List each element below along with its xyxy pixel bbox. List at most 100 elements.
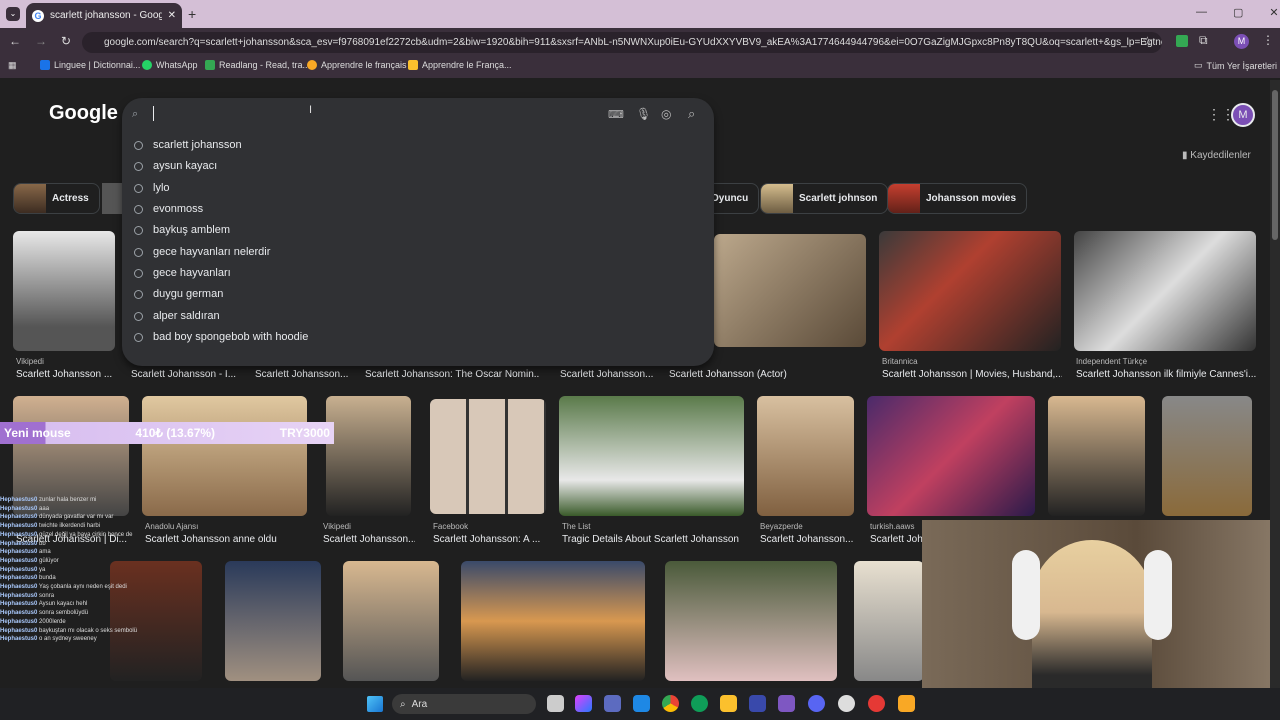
chip-scarlett-johnson[interactable]: Scarlett johnson	[760, 183, 889, 214]
bookmark-readlang[interactable]: Readlang - Read, tra...	[205, 60, 310, 70]
app-icon[interactable]	[778, 695, 795, 712]
image-caption[interactable]: Scarlett Joha...	[870, 534, 922, 545]
search-input[interactable]	[153, 106, 154, 121]
image-result[interactable]	[461, 561, 645, 681]
image-caption[interactable]: Scarlett Johansson - I...	[131, 369, 241, 380]
lens-camera-icon[interactable]: ◎	[661, 107, 671, 121]
suggestion-item[interactable]: lylo	[134, 182, 170, 194]
image-caption[interactable]: Scarlett Johansson (Actor)	[669, 369, 859, 380]
bookmark-star-icon[interactable]: ☆	[1142, 34, 1153, 48]
image-caption[interactable]: Scarlett Johansson: The Oscar Nomin...	[365, 369, 540, 380]
reload-icon[interactable]: ↻	[61, 34, 71, 48]
apps-icon[interactable]: ▦	[8, 60, 17, 71]
discord-icon[interactable]	[808, 695, 825, 712]
google-logo[interactable]: Google	[49, 102, 118, 125]
restore-button[interactable]: ▢	[1233, 6, 1243, 19]
extensions-puzzle-icon[interactable]: ⧉	[1199, 33, 1208, 48]
keyboard-icon[interactable]: ⌨	[608, 108, 624, 121]
new-tab-button[interactable]: +	[188, 6, 196, 22]
extension-icon[interactable]	[1176, 35, 1188, 47]
bookmark-apprendre-2[interactable]: Apprendre le França...	[408, 60, 512, 70]
mail-icon[interactable]	[633, 695, 650, 712]
search-dropdown: ⌕ ⌨ 🎙 ◎ ⌕ scarlett johansson aysun kayac…	[122, 98, 714, 366]
suggestion-item[interactable]: baykuş amblem	[134, 224, 230, 236]
image-caption[interactable]: Scarlett Johansson ilk filmiyle Cannes'i…	[1076, 369, 1256, 380]
suggestion-item[interactable]: aysun kayacı	[134, 160, 217, 172]
taskbar-search[interactable]: ⌕ Ara	[392, 694, 536, 714]
chip-johansson-movies[interactable]: Johansson movies	[887, 183, 1028, 214]
suggestion-item[interactable]: duygu german	[134, 288, 223, 300]
image-result[interactable]	[1162, 396, 1252, 516]
image-result[interactable]	[665, 561, 837, 681]
chat-text: ya	[39, 566, 46, 573]
image-result[interactable]	[326, 396, 411, 516]
obs-icon[interactable]	[868, 695, 885, 712]
suggestion-item[interactable]: alper saldıran	[134, 310, 220, 322]
image-caption[interactable]: Scarlett Johansson...	[560, 369, 655, 380]
chat-username: Hephaestus0	[0, 636, 38, 643]
image-result[interactable]	[879, 231, 1061, 351]
microphone-icon[interactable]: 🎙	[636, 107, 651, 121]
forward-icon[interactable]: →	[35, 34, 47, 48]
suggestion-item[interactable]: scarlett johansson	[134, 139, 242, 151]
image-result[interactable]	[757, 396, 854, 516]
windows-start-icon[interactable]	[367, 696, 383, 712]
image-result[interactable]	[343, 561, 439, 681]
chat-message: Hephaestus0 zunlar hala benzer mi	[0, 496, 190, 505]
profile-avatar[interactable]: M	[1234, 34, 1249, 49]
google-account-avatar[interactable]: M	[1231, 103, 1255, 127]
image-source: The List	[562, 522, 591, 531]
history-icon	[134, 247, 143, 257]
image-result[interactable]	[13, 231, 115, 351]
suggestion-item[interactable]: bad boy spongebob with hoodie	[134, 331, 308, 343]
menu-icon[interactable]: ⋮	[1262, 33, 1274, 47]
image-result[interactable]	[867, 396, 1035, 516]
suggestion-item[interactable]: evonmoss	[134, 203, 203, 215]
browser-tab[interactable]: G scarlett johansson - Google'da ✕	[26, 3, 182, 28]
scrollbar[interactable]	[1270, 80, 1280, 688]
search-submit-icon[interactable]: ⌕	[688, 106, 695, 122]
chat-text: Aysun kayacı hehl	[38, 601, 88, 608]
image-result[interactable]	[430, 399, 546, 514]
address-bar[interactable]: google.com/search?q=scarlett+johansson&s…	[82, 32, 1162, 53]
image-caption[interactable]: Scarlett Johansson...	[255, 369, 350, 380]
store-icon[interactable]	[749, 695, 766, 712]
copilot-icon[interactable]	[575, 695, 592, 712]
close-window-button[interactable]: ✕	[1269, 6, 1278, 19]
chat-text: zunlar hala benzer mi	[39, 497, 97, 503]
teams-icon[interactable]	[604, 695, 621, 712]
image-result[interactable]	[714, 234, 866, 347]
image-result[interactable]	[559, 396, 744, 516]
goal-progress: 410₺ (13.67%)	[135, 426, 216, 440]
bookmark-linguee[interactable]: Linguee | Dictionnai...	[40, 60, 140, 70]
minimize-button[interactable]: —	[1196, 6, 1207, 19]
image-result[interactable]	[1074, 231, 1256, 351]
file-explorer-icon[interactable]	[720, 695, 737, 712]
tab-close-icon[interactable]: ✕	[168, 10, 176, 21]
image-result[interactable]	[225, 561, 321, 681]
image-caption[interactable]: Scarlett Johansson...	[760, 534, 855, 545]
bookmark-whatsapp[interactable]: WhatsApp	[142, 60, 198, 70]
chrome-icon[interactable]	[662, 695, 679, 712]
chip-partial[interactable]	[102, 183, 122, 214]
chatgpt-icon[interactable]	[838, 695, 855, 712]
image-caption[interactable]: Scarlett Johansson...	[323, 534, 415, 545]
image-result[interactable]	[854, 561, 924, 681]
suggestion-item[interactable]: gece hayvanları	[134, 267, 231, 279]
all-bookmarks[interactable]: ▭ Tüm Yer İşaretleri	[1194, 60, 1277, 71]
image-caption[interactable]: Scarlett Johansson | Movies, Husband,...	[882, 369, 1062, 380]
edge-icon[interactable]	[691, 695, 708, 712]
chip-actress[interactable]: Actress	[13, 183, 100, 214]
task-view-icon[interactable]	[547, 695, 564, 712]
app-icon[interactable]	[898, 695, 915, 712]
bookmark-apprendre-1[interactable]: Apprendre le français	[307, 60, 407, 70]
image-result[interactable]	[1048, 396, 1145, 516]
saved-link[interactable]: ▮ Kaydedilenler	[1182, 150, 1251, 161]
tab-search-button[interactable]: ⌄	[6, 7, 20, 21]
chat-username: Hephaestus0	[0, 575, 38, 582]
image-caption[interactable]: Tragic Details About Scarlett Johansson	[562, 534, 747, 545]
back-icon[interactable]: ←	[9, 34, 21, 48]
suggestion-item[interactable]: gece hayvanları nelerdir	[134, 246, 270, 258]
image-caption[interactable]: Scarlett Johansson ...	[16, 369, 116, 380]
image-caption[interactable]: Scarlett Johansson: A ...	[433, 534, 545, 545]
